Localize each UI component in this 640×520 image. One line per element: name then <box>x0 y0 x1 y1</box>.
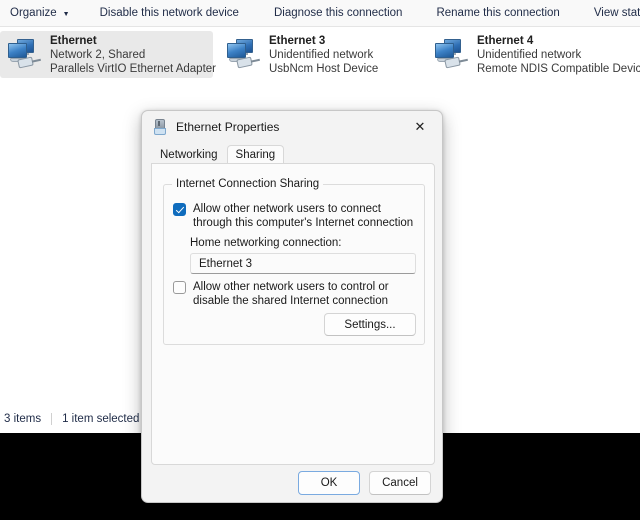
ethernet-port-icon <box>153 119 167 135</box>
tab-sharing[interactable]: Sharing <box>227 145 285 164</box>
allow-control-checkbox[interactable] <box>173 281 186 294</box>
rename-connection-button[interactable]: Rename this connection <box>432 3 563 23</box>
connection-network: Unidentified network <box>477 48 640 62</box>
network-adapter-icon <box>225 38 263 72</box>
connection-name: Ethernet 4 <box>477 34 640 48</box>
ok-button[interactable]: OK <box>298 471 360 495</box>
connection-item-ethernet[interactable]: Ethernet Network 2, Shared Parallels Vir… <box>0 31 213 78</box>
connection-name: Ethernet <box>50 34 216 48</box>
dialog-title: Ethernet Properties <box>176 120 279 134</box>
organize-label: Organize <box>10 3 57 23</box>
status-item-count: 3 items <box>4 413 41 425</box>
connections-list: Ethernet Network 2, Shared Parallels Vir… <box>0 27 640 87</box>
command-toolbar: Organize ▼ Disable this network device D… <box>0 0 640 27</box>
allow-connect-label: Allow other network users to connect thr… <box>193 202 417 230</box>
home-networking-label: Home networking connection: <box>190 237 342 249</box>
connection-text: Ethernet 4 Unidentified network Remote N… <box>477 34 640 76</box>
connection-item-ethernet-4[interactable]: Ethernet 4 Unidentified network Remote N… <box>427 31 637 78</box>
allow-connect-checkbox[interactable] <box>173 203 186 216</box>
sharing-tab-panel: Internet Connection Sharing Allow other … <box>151 163 435 465</box>
diagnose-connection-button[interactable]: Diagnose this connection <box>270 3 407 23</box>
network-adapter-icon <box>6 38 44 72</box>
dialog-footer: OK Cancel <box>142 464 442 502</box>
settings-button[interactable]: Settings... <box>324 313 416 336</box>
tab-networking[interactable]: Networking <box>151 145 227 164</box>
chevron-down-icon: ▼ <box>63 11 70 18</box>
organize-menu-button[interactable]: Organize ▼ <box>6 3 74 23</box>
home-networking-combobox[interactable]: Ethernet 3 <box>190 253 416 274</box>
connection-item-ethernet-3[interactable]: Ethernet 3 Unidentified network UsbNcm H… <box>219 31 426 78</box>
disable-network-device-button[interactable]: Disable this network device <box>96 3 243 23</box>
status-separator <box>51 413 52 425</box>
dialog-titlebar[interactable]: Ethernet Properties ✕ <box>142 111 442 142</box>
home-networking-value: Ethernet 3 <box>199 258 252 270</box>
view-status-button[interactable]: View status of this connection <box>590 3 640 23</box>
allow-control-checkbox-row[interactable]: Allow other network users to control or … <box>173 280 417 308</box>
status-selection: 1 item selected <box>62 413 139 425</box>
internet-connection-sharing-group: Internet Connection Sharing Allow other … <box>163 184 425 345</box>
connection-name: Ethernet 3 <box>269 34 378 48</box>
connection-text: Ethernet 3 Unidentified network UsbNcm H… <box>269 34 378 76</box>
network-adapter-icon <box>433 38 471 72</box>
cancel-button[interactable]: Cancel <box>369 471 431 495</box>
dialog-tablist: Networking Sharing <box>142 144 442 164</box>
screen-root: Organize ▼ Disable this network device D… <box>0 0 640 520</box>
connection-adapter: Remote NDIS Compatible Device <box>477 62 640 76</box>
allow-control-label: Allow other network users to control or … <box>193 280 417 308</box>
connection-adapter: Parallels VirtIO Ethernet Adapter <box>50 62 216 76</box>
connection-network: Network 2, Shared <box>50 48 216 62</box>
ethernet-properties-dialog: Ethernet Properties ✕ Networking Sharing… <box>141 110 443 503</box>
close-icon[interactable]: ✕ <box>398 111 442 142</box>
connection-adapter: UsbNcm Host Device <box>269 62 378 76</box>
connection-network: Unidentified network <box>269 48 378 62</box>
group-legend: Internet Connection Sharing <box>172 178 323 190</box>
allow-connect-checkbox-row[interactable]: Allow other network users to connect thr… <box>173 202 417 230</box>
connection-text: Ethernet Network 2, Shared Parallels Vir… <box>50 34 216 76</box>
